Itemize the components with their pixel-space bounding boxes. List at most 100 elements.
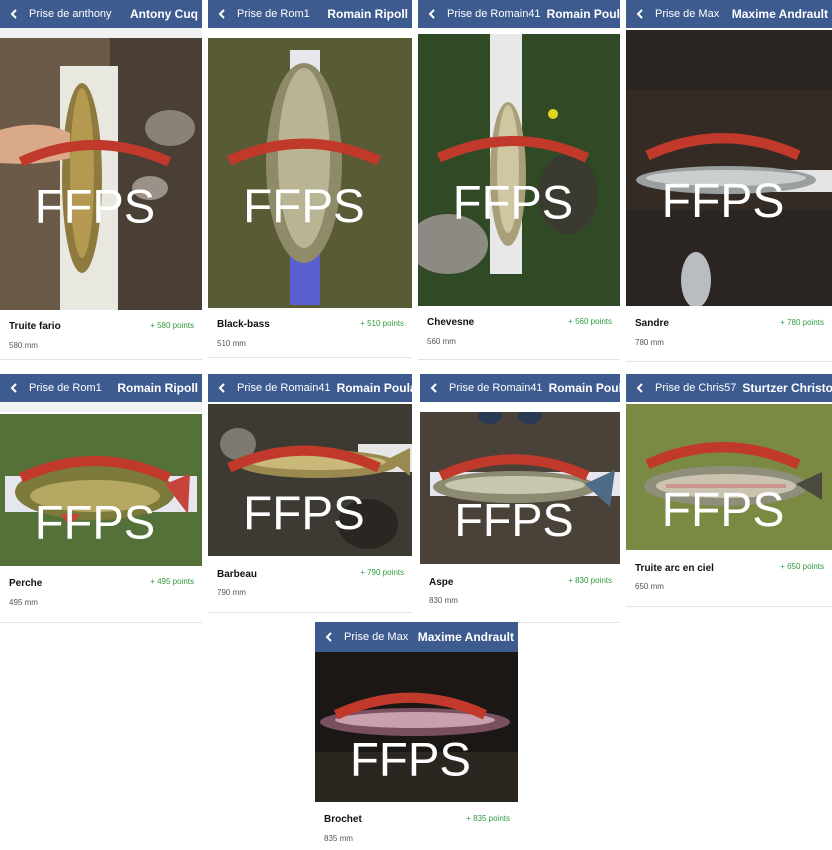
catch-card-perche: Prise de Rom1 Romain Ripoll FFPS Perche … — [0, 374, 202, 624]
catch-photo: FFPS — [420, 412, 620, 564]
svg-text:FFPS: FFPS — [243, 487, 365, 540]
prise-label: Prise de Romain41 — [237, 382, 331, 394]
chevron-left-icon[interactable] — [9, 9, 19, 19]
angler-name[interactable]: Maxime Andrault — [412, 630, 518, 644]
ffps-logo: FFPS — [18, 140, 172, 232]
angler-name[interactable]: Sturtzer Christophe — [736, 381, 832, 395]
angler-name[interactable]: Romain Poulain — [331, 381, 412, 395]
catch-card-brochet: Prise de Max Maxime Andrault FFPS Broche… — [315, 622, 518, 850]
ffps-logo: FFPS — [227, 445, 381, 540]
angler-name[interactable]: Romain Ripoll — [321, 7, 412, 21]
catch-card-barbeau: Prise de Romain41 Romain Poulain FFPS Ba… — [208, 374, 412, 614]
prise-label: Prise de Rom1 — [29, 382, 102, 394]
fish-length: 495 mm — [9, 598, 38, 607]
divider — [626, 361, 832, 362]
angler-name[interactable]: Maxime Andrault — [726, 7, 832, 21]
fish-length: 580 mm — [9, 341, 38, 350]
header-spacer — [0, 28, 202, 38]
chevron-left-icon[interactable] — [217, 383, 227, 393]
prise-label: Prise de Romain41 — [449, 382, 543, 394]
divider — [418, 359, 620, 360]
svg-text:FFPS: FFPS — [662, 483, 785, 537]
catch-card-sandre: Prise de Max Maxime Andrault FFPS Sandre… — [626, 0, 832, 362]
species-name: Brochet — [324, 814, 362, 825]
catch-card-chevesne: Prise de Romain41 Romain Poulain FFPS Ch… — [418, 0, 620, 362]
catch-photo: FFPS — [418, 34, 620, 306]
catch-photo: FFPS — [626, 30, 832, 306]
chevron-left-icon[interactable] — [635, 9, 645, 19]
card-header: Prise de Romain41 Romain Poulain — [420, 374, 620, 402]
svg-text:FFPS: FFPS — [662, 174, 785, 228]
species-name: Black-bass — [217, 319, 270, 330]
angler-name[interactable]: Romain Poulain — [543, 381, 620, 395]
points-badge: + 495 points — [150, 577, 194, 586]
card-header: Prise de anthony Antony Cuq — [0, 0, 202, 28]
species-name: Perche — [9, 578, 43, 589]
prise-label: Prise de Max — [655, 8, 720, 20]
ffps-logo: FFPS — [227, 138, 381, 233]
catch-card-truite-fario: Prise de anthony Antony Cuq FFPS Truite … — [0, 0, 202, 360]
svg-text:FFPS: FFPS — [350, 734, 471, 787]
ffps-logo: FFPS — [18, 456, 172, 548]
fish-length: 780 mm — [635, 338, 664, 347]
chevron-left-icon[interactable] — [429, 383, 439, 393]
angler-name[interactable]: Romain Ripoll — [111, 381, 202, 395]
ffps-logo: FFPS — [645, 133, 801, 228]
prise-label: Prise de Max — [344, 631, 409, 643]
species-name: Sandre — [635, 318, 669, 329]
card-header: Prise de Rom1 Romain Ripoll — [208, 0, 412, 28]
svg-text:FFPS: FFPS — [453, 175, 573, 228]
angler-name[interactable]: Antony Cuq — [124, 7, 202, 21]
catch-photo: FFPS — [0, 414, 202, 566]
catch-photo: FFPS — [0, 38, 202, 310]
card-header: Prise de Romain41 Romain Poulain — [208, 374, 412, 402]
chevron-left-icon[interactable] — [217, 9, 227, 19]
svg-text:FFPS: FFPS — [35, 179, 155, 232]
divider — [0, 622, 202, 623]
fish-length: 835 mm — [324, 834, 353, 843]
points-badge: + 780 points — [780, 318, 824, 327]
ffps-logo: FFPS — [333, 692, 488, 787]
catch-card-truite-arc-en-ciel: Prise de Chris57 Sturtzer Christophe FFP… — [626, 374, 832, 608]
points-badge: + 510 points — [360, 319, 404, 328]
card-header: Prise de Romain41 Romain Poulain — [418, 0, 620, 28]
header-spacer — [0, 402, 202, 412]
catch-photo: FFPS — [315, 652, 518, 802]
catch-photo: FFPS — [626, 404, 832, 550]
ffps-logo: FFPS — [436, 136, 590, 228]
fish-length: 790 mm — [217, 588, 246, 597]
points-badge: + 650 points — [780, 562, 824, 571]
svg-text:FFPS: FFPS — [35, 495, 155, 548]
species-name: Truite arc en ciel — [635, 563, 714, 574]
fish-length: 560 mm — [427, 337, 456, 346]
prise-label: Prise de anthony — [29, 8, 112, 20]
chevron-left-icon[interactable] — [9, 383, 19, 393]
card-header: Prise de Rom1 Romain Ripoll — [0, 374, 202, 402]
divider — [208, 357, 412, 358]
svg-text:FFPS: FFPS — [243, 180, 365, 233]
catch-photo: FFPS — [208, 404, 412, 556]
ffps-logo: FFPS — [438, 454, 590, 546]
species-name: Truite fario — [9, 321, 61, 332]
ffps-logo: FFPS — [645, 442, 801, 537]
fish-length: 650 mm — [635, 582, 664, 591]
chevron-left-icon[interactable] — [427, 9, 437, 19]
catch-card-aspe: Prise de Romain41 Romain Poulain FFPS As… — [420, 374, 620, 624]
points-badge: + 835 points — [466, 814, 510, 823]
chevron-left-icon[interactable] — [635, 383, 645, 393]
angler-name[interactable]: Romain Poulain — [541, 7, 620, 21]
chevron-left-icon[interactable] — [324, 632, 334, 642]
species-name: Barbeau — [217, 569, 258, 580]
prise-label: Prise de Chris57 — [655, 382, 737, 394]
prise-label: Prise de Romain41 — [447, 8, 541, 20]
species-name: Aspe — [429, 577, 454, 588]
divider — [208, 612, 412, 613]
catch-card-black-bass: Prise de Rom1 Romain Ripoll FFPS Black-b… — [208, 0, 412, 360]
points-badge: + 830 points — [568, 576, 612, 585]
fish-length: 830 mm — [429, 596, 458, 605]
points-badge: + 580 points — [150, 321, 194, 330]
svg-text:FFPS: FFPS — [454, 494, 573, 546]
points-badge: + 560 points — [568, 317, 612, 326]
prise-label: Prise de Rom1 — [237, 8, 310, 20]
card-header: Prise de Max Maxime Andrault — [626, 0, 832, 28]
